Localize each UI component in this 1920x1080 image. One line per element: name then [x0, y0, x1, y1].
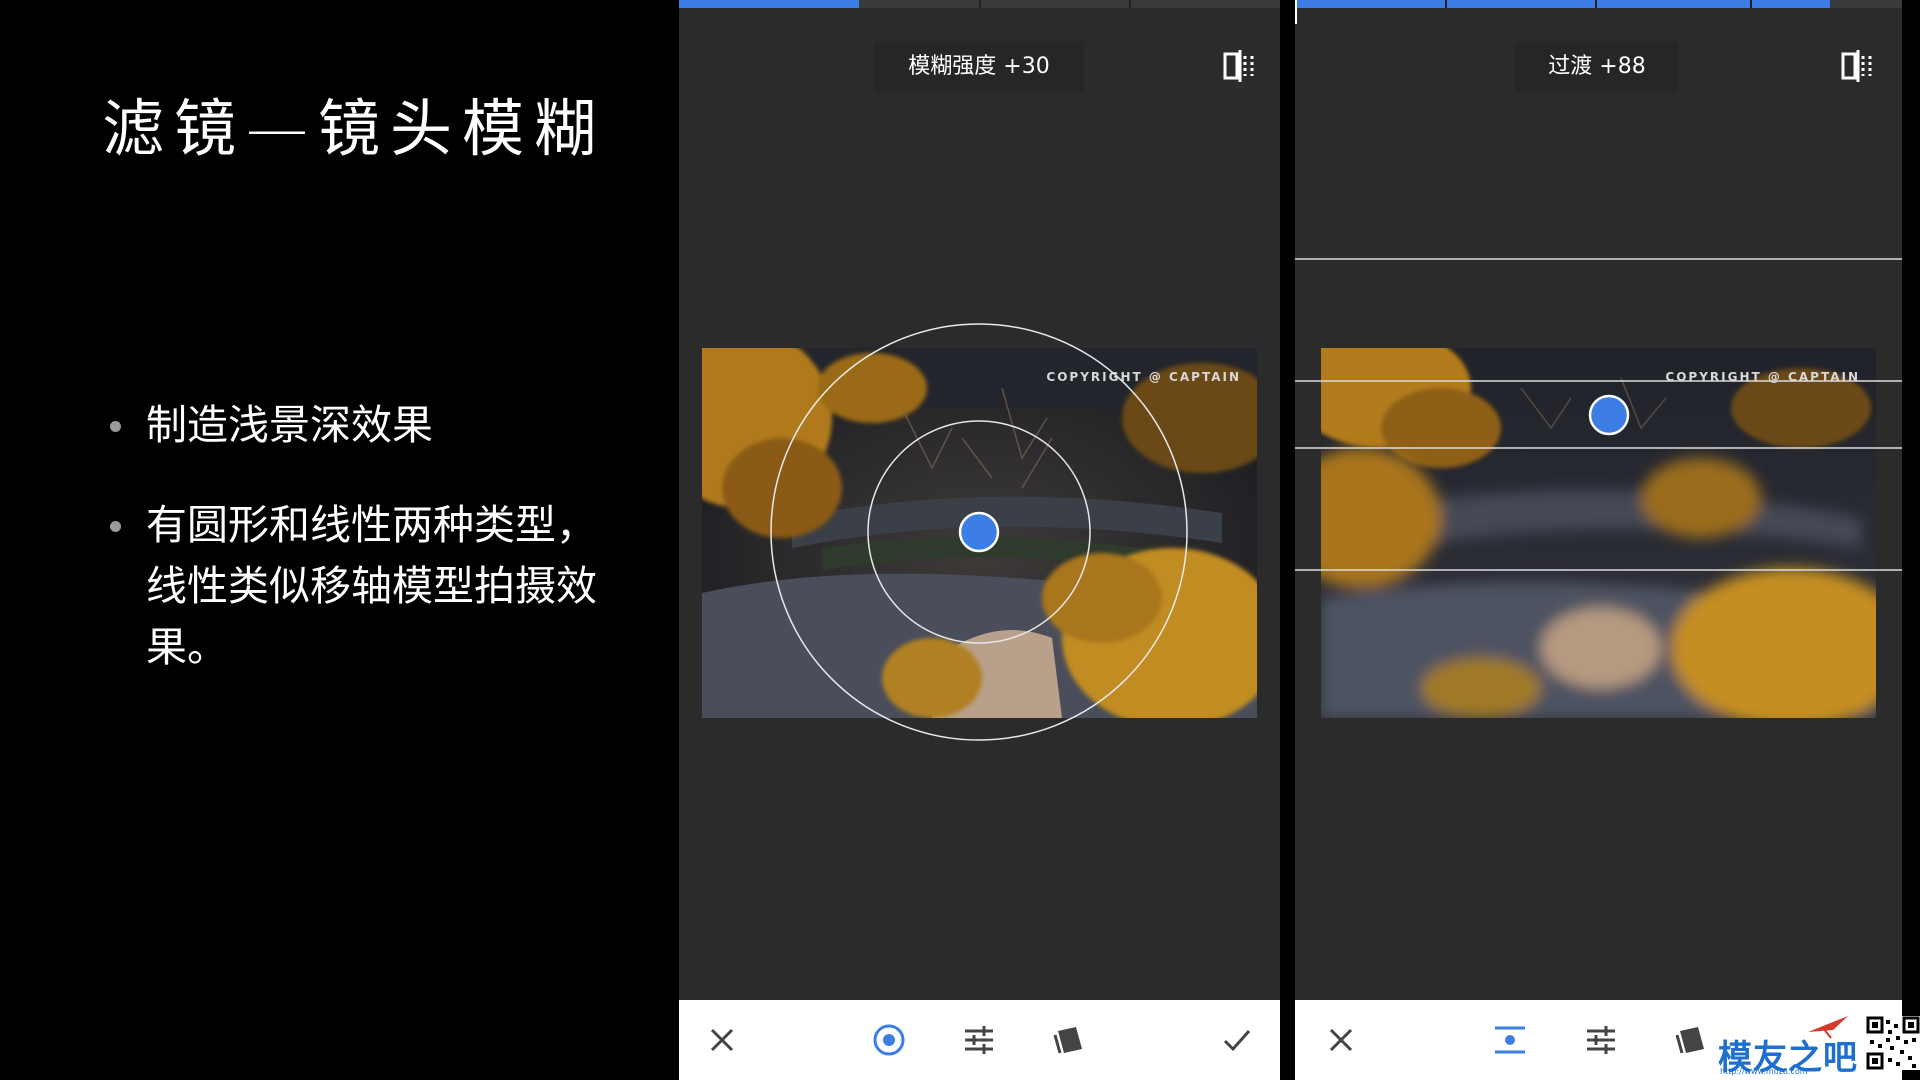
bullet-item: 有圆形和线性两种类型，线性类似移轴模型拍摄效果。 [110, 495, 630, 678]
linear-blur-overlay[interactable] [1295, 0, 1902, 1080]
bullet-text: 制造浅景深效果 [146, 401, 433, 449]
blur-center-handle[interactable] [1588, 394, 1630, 436]
site-watermark: 模友之吧 http://www.moz8.com [1718, 1010, 1920, 1080]
close-icon[interactable] [1321, 1020, 1361, 1060]
slide-title: 滤镜—镜头模糊 [102, 92, 607, 165]
bottom-toolbar [679, 1000, 1280, 1080]
phone-screen-linear: 过渡 +88 COPYRIGHT @ CAPTAIN [1295, 0, 1902, 1080]
close-icon[interactable] [702, 1020, 742, 1060]
qr-code [1866, 1016, 1920, 1070]
adjust-sliders-icon[interactable] [959, 1020, 999, 1060]
bullet-list: 制造浅景深效果 有圆形和线性两种类型，线性类似移轴模型拍摄效果。 [110, 395, 630, 717]
adjust-sliders-icon[interactable] [1581, 1020, 1621, 1060]
linear-blur-icon[interactable] [1490, 1020, 1530, 1060]
bullet-dot [110, 421, 121, 432]
phone-screen-radial: 模糊强度 +30 COPYRIGHT @ CAPTAIN [679, 0, 1280, 1080]
plane-logo-icon [1808, 1016, 1848, 1039]
radial-blur-icon[interactable] [869, 1020, 909, 1060]
bullet-dot [110, 521, 121, 532]
check-icon[interactable] [1217, 1020, 1257, 1060]
blur-center-handle[interactable] [958, 511, 1000, 553]
styles-icon[interactable] [1671, 1020, 1711, 1060]
watermark-url: http://www.moz8.com [1720, 1067, 1808, 1076]
styles-icon[interactable] [1049, 1020, 1089, 1060]
bullet-text: 有圆形和线性两种类型，线性类似移轴模型拍摄效果。 [146, 501, 597, 671]
radial-blur-overlay[interactable] [679, 0, 1280, 1080]
bullet-item: 制造浅景深效果 [110, 395, 630, 456]
